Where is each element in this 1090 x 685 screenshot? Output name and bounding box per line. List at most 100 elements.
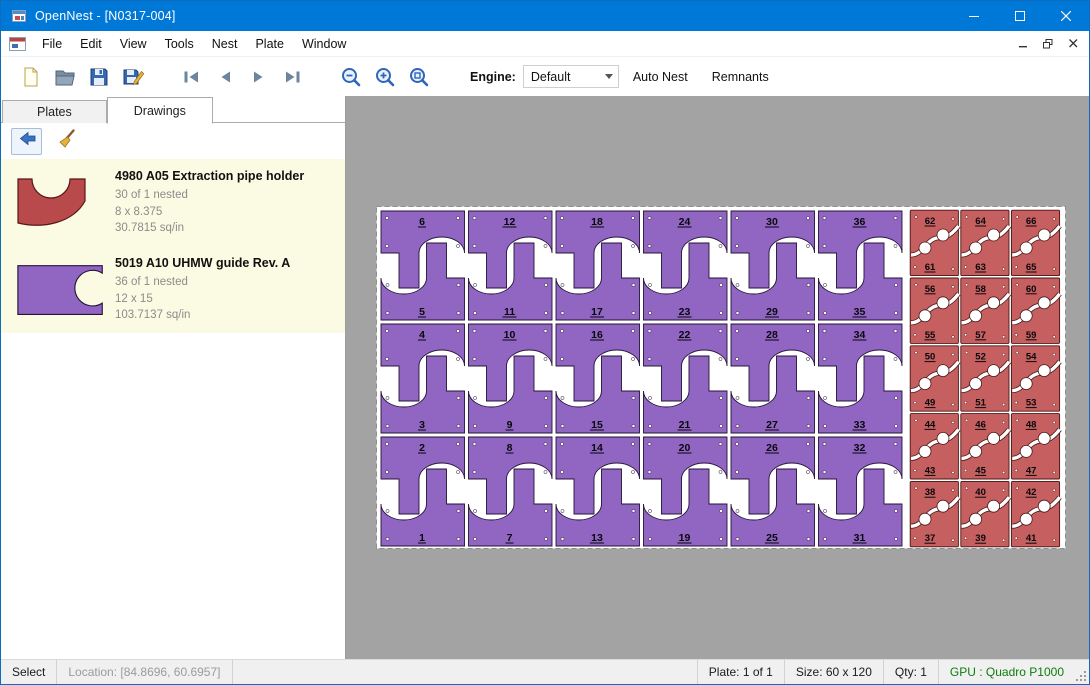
svg-text:34: 34 (854, 329, 866, 341)
red-part-pair[interactable]: 4443 (910, 414, 958, 479)
menu-edit[interactable]: Edit (71, 31, 111, 56)
remnants-button[interactable]: Remnants (702, 62, 779, 92)
red-part-pair[interactable]: 58 57 (961, 278, 1009, 343)
drawing-2-area: 103.7137 sq/in (115, 307, 290, 324)
svg-text:30: 30 (766, 216, 778, 228)
svg-text:39: 39 (975, 533, 986, 544)
status-plate: Plate: 1 of 1 (697, 660, 784, 684)
red-part-pair[interactable]: 5251 (961, 346, 1009, 411)
statusbar: Select Location: [84.8696, 60.6957] Plat… (1, 659, 1089, 684)
svg-text:46: 46 (975, 419, 986, 430)
drawing-2-nested: 36 of 1 nested (115, 274, 290, 291)
svg-text:55: 55 (925, 330, 936, 341)
svg-text:2: 2 (419, 442, 425, 454)
mdi-restore-button[interactable] (1037, 34, 1059, 53)
red-part-pair[interactable]: 40 39 (961, 481, 1009, 546)
menu-nest[interactable]: Nest (203, 31, 247, 56)
drawing-2-name: 5019 A10 UHMW guide Rev. A (115, 256, 290, 270)
svg-text:37: 37 (925, 533, 936, 544)
go-last-button[interactable] (276, 60, 310, 93)
red-part-pair[interactable]: 5049 (910, 346, 958, 411)
menu-view[interactable]: View (111, 31, 156, 56)
list-item-drawing-1[interactable]: 4980 A05 Extraction pipe holder 30 of 1 … (1, 159, 345, 246)
red-part-pair[interactable]: 5453 (1011, 346, 1059, 411)
svg-text:19: 19 (679, 532, 691, 544)
drawing-1-nested: 30 of 1 nested (115, 187, 304, 204)
zoom-fit-button[interactable] (402, 60, 436, 93)
maximize-button[interactable] (997, 1, 1043, 31)
red-part-pair[interactable]: 6463 (961, 210, 1009, 275)
svg-text:57: 57 (975, 330, 986, 341)
panel-tabstrip: Plates Drawings (1, 96, 345, 123)
close-button[interactable] (1043, 1, 1089, 31)
mdi-minimize-button[interactable] (1012, 34, 1034, 53)
toolbar: Engine: Default Auto Nest Remnants (1, 57, 1089, 96)
svg-text:32: 32 (854, 442, 866, 454)
tab-plates[interactable]: Plates (2, 100, 107, 123)
document-window-icon[interactable] (9, 37, 26, 51)
svg-text:26: 26 (766, 442, 778, 454)
menu-tools[interactable]: Tools (156, 31, 203, 56)
red-part-pair[interactable]: 4847 (1011, 414, 1059, 479)
save-button[interactable] (82, 60, 116, 93)
svg-text:12: 12 (504, 216, 516, 228)
svg-text:6: 6 (419, 216, 425, 228)
zoom-out-button[interactable] (334, 60, 368, 93)
import-drawing-button[interactable] (11, 128, 42, 155)
svg-text:40: 40 (975, 487, 986, 498)
clean-button[interactable] (51, 128, 82, 155)
new-button[interactable] (14, 60, 48, 93)
engine-dropdown-value: Default (531, 70, 571, 84)
status-mode: Select (1, 660, 57, 684)
red-part-pair[interactable]: 38 37 (910, 481, 958, 546)
resize-grip[interactable] (1075, 660, 1089, 684)
menu-file[interactable]: File (33, 31, 71, 56)
nest-plate-svg: 6512111817242330293635431091615222128273… (376, 206, 1066, 549)
svg-text:61: 61 (925, 262, 936, 273)
nest-plate[interactable]: 6512111817242330293635431091615222128273… (376, 206, 1066, 549)
open-button[interactable] (48, 60, 82, 93)
red-part-pair[interactable]: 5655 (910, 278, 958, 343)
menubar: File Edit View Tools Nest Plate Window (1, 31, 1089, 57)
drawing-1-area: 30.7815 sq/in (115, 220, 304, 237)
red-part-pair[interactable]: 6059 (1011, 278, 1059, 343)
mdi-close-button[interactable] (1062, 34, 1084, 53)
svg-text:53: 53 (1026, 398, 1037, 409)
save-as-button[interactable] (116, 60, 150, 93)
go-first-button[interactable] (174, 60, 208, 93)
red-part-pair[interactable]: 62 61 (910, 210, 958, 275)
go-previous-button[interactable] (208, 60, 242, 93)
svg-text:33: 33 (854, 419, 866, 431)
svg-text:17: 17 (591, 306, 603, 318)
window-controls (951, 1, 1089, 31)
menu-plate[interactable]: Plate (246, 31, 293, 56)
drawing-2-size: 12 x 15 (115, 291, 290, 308)
svg-text:58: 58 (975, 284, 986, 295)
svg-text:9: 9 (507, 419, 513, 431)
minimize-button[interactable] (951, 1, 997, 31)
window-title: OpenNest - [N0317-004] (35, 9, 176, 23)
go-next-button[interactable] (242, 60, 276, 93)
engine-dropdown[interactable]: Default (523, 65, 619, 88)
engine-label: Engine: (470, 70, 516, 84)
svg-text:3: 3 (419, 419, 425, 431)
tab-drawings[interactable]: Drawings (107, 97, 213, 124)
svg-text:31: 31 (854, 532, 866, 544)
svg-text:38: 38 (925, 487, 936, 498)
svg-text:29: 29 (766, 306, 778, 318)
zoom-in-button[interactable] (368, 60, 402, 93)
auto-nest-button[interactable]: Auto Nest (623, 62, 698, 92)
red-part-pair[interactable]: 6665 (1011, 210, 1059, 275)
red-part-pair[interactable]: 4241 (1011, 481, 1059, 546)
nest-canvas[interactable]: 6512111817242330293635431091615222128273… (346, 96, 1089, 659)
drawings-list: 4980 A05 Extraction pipe holder 30 of 1 … (1, 159, 345, 659)
menu-window[interactable]: Window (293, 31, 355, 56)
red-part-pair[interactable]: 4645 (961, 414, 1009, 479)
svg-text:65: 65 (1026, 262, 1037, 273)
mdi-window-controls (1012, 34, 1089, 53)
list-item-drawing-2[interactable]: 5019 A10 UHMW guide Rev. A 36 of 1 neste… (1, 246, 345, 333)
svg-text:44: 44 (925, 419, 936, 430)
svg-text:13: 13 (591, 532, 603, 544)
svg-text:62: 62 (925, 216, 936, 227)
titlebar: OpenNest - [N0317-004] (1, 1, 1089, 31)
